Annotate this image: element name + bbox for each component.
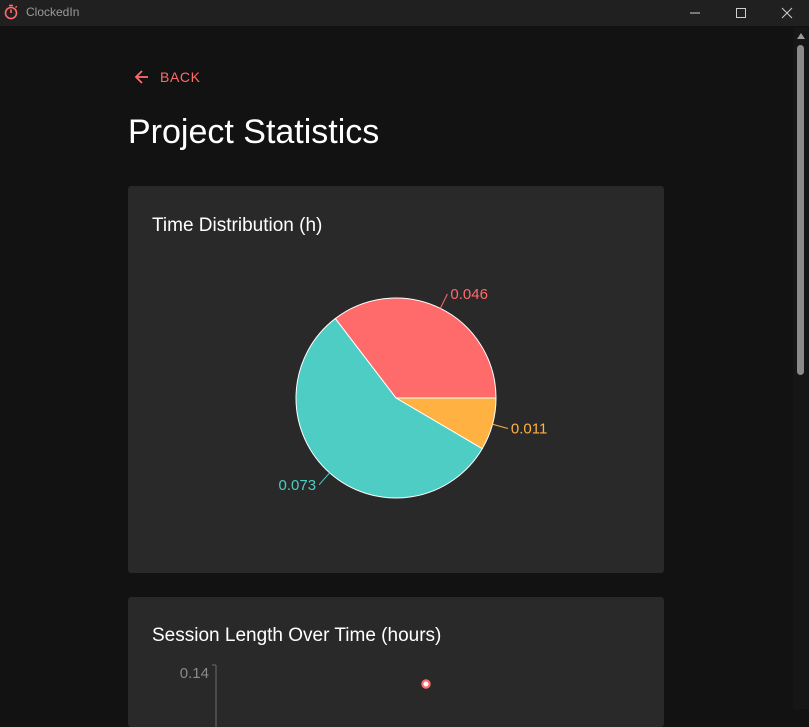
pie-label-leader: [439, 293, 448, 309]
vertical-scrollbar[interactable]: [793, 28, 809, 709]
arrow-left-icon: [134, 70, 148, 84]
pie-data-label: 0.011: [511, 420, 547, 437]
minimize-button[interactable]: [672, 0, 718, 26]
scrollbar-thumb[interactable]: [797, 45, 804, 375]
page-title: Project Statistics: [128, 113, 380, 151]
back-button[interactable]: BACK: [134, 67, 201, 87]
time-distribution-card: Time Distribution (h) 0.046 0.011 0.073: [128, 186, 664, 573]
session-length-card: Session Length Over Time (hours) 0.14: [128, 597, 664, 727]
maximize-icon: [736, 8, 746, 18]
time-distribution-pie-chart: 0.046 0.011 0.073: [279, 286, 547, 499]
y-tick-label: 0.14: [180, 665, 209, 682]
stopwatch-icon: [4, 4, 18, 20]
close-icon: [781, 7, 793, 19]
scroll-up-arrow-icon[interactable]: [797, 33, 805, 39]
window-title: ClockedIn: [26, 5, 80, 19]
back-label: BACK: [160, 69, 201, 85]
pie-label-leader: [492, 423, 509, 429]
pie-data-label: 0.046: [450, 286, 488, 303]
pie-data-label: 0.073: [279, 477, 317, 494]
window-titlebar: ClockedIn: [0, 0, 809, 26]
close-button[interactable]: [764, 0, 809, 26]
session-length-line-chart: 0.14: [180, 664, 431, 727]
pie-label-leader: [318, 472, 331, 486]
minimize-icon: [690, 12, 700, 14]
maximize-button[interactable]: [718, 0, 764, 26]
data-point: [421, 679, 431, 689]
